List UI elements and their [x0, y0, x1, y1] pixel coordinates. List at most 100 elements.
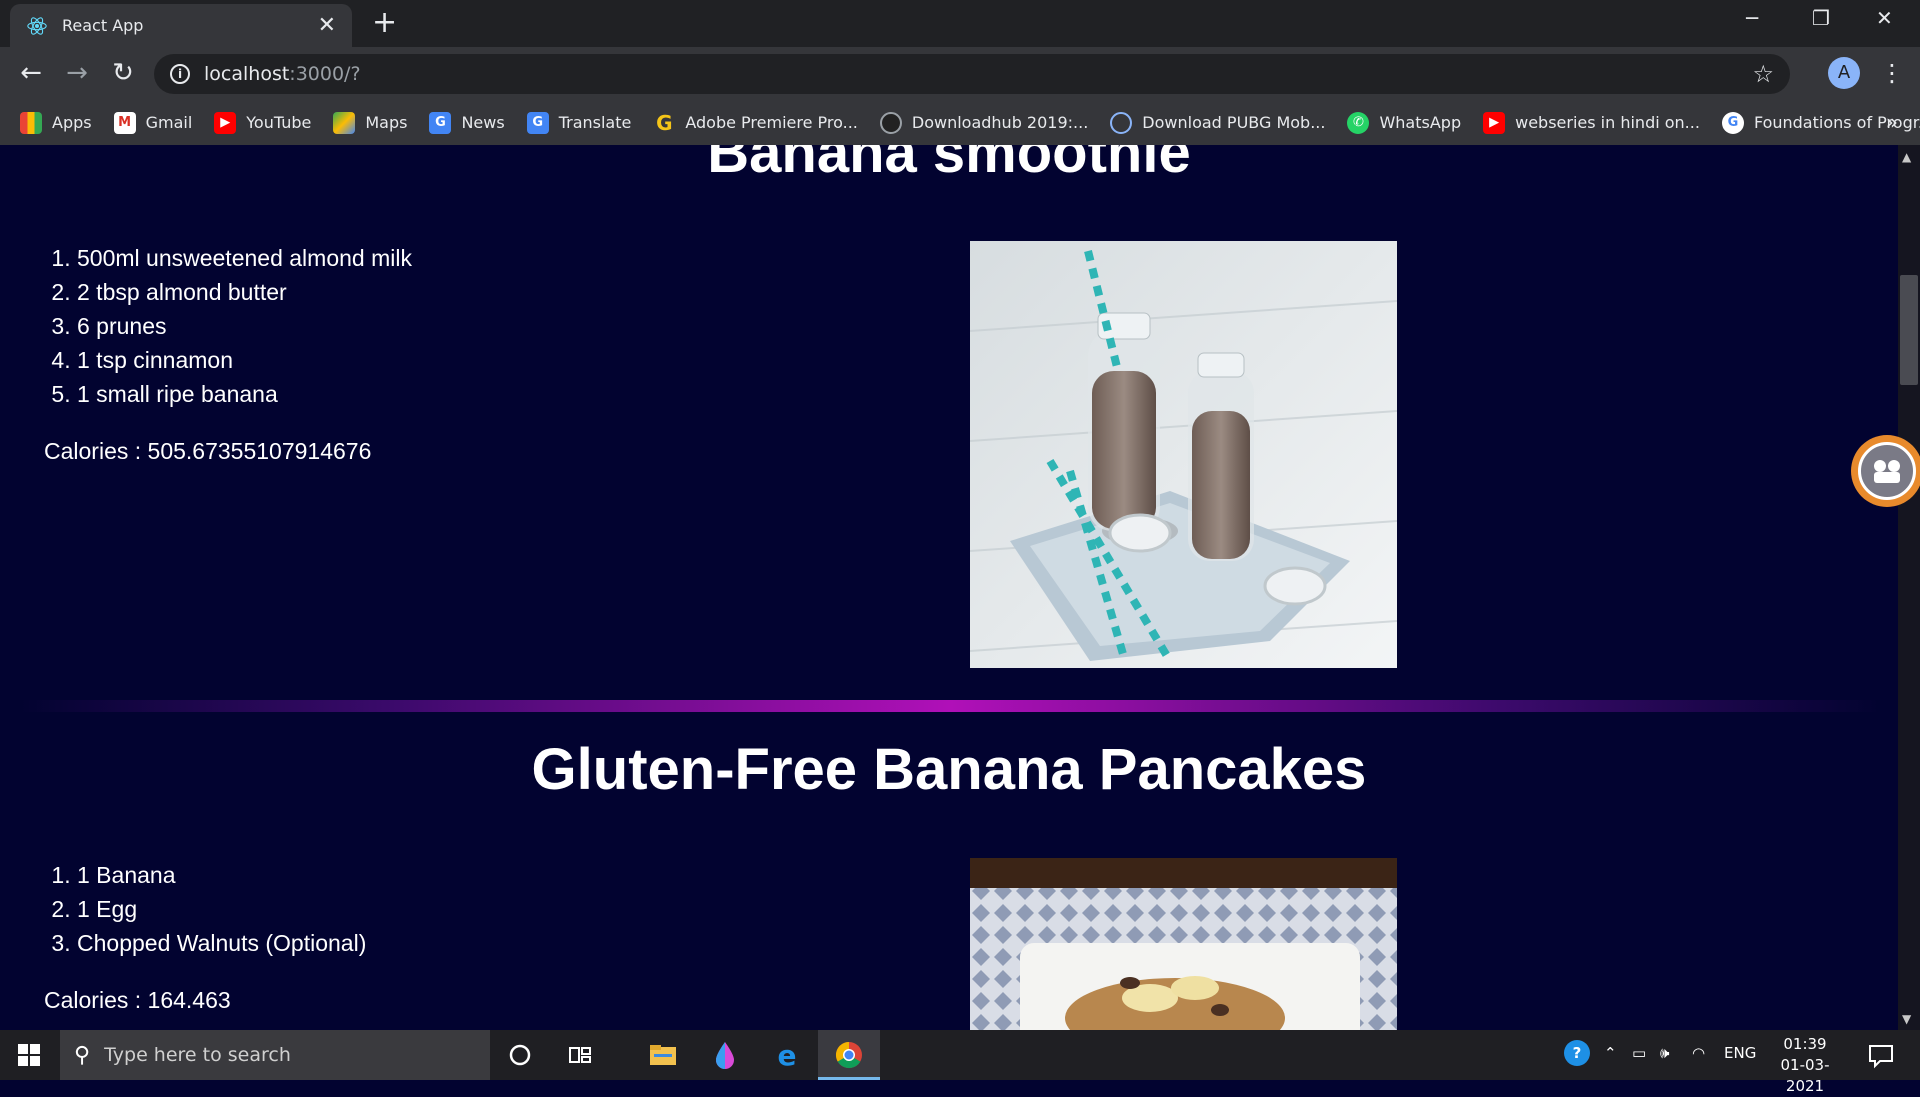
- battery-icon[interactable]: ▭: [1632, 1044, 1646, 1062]
- chrome-icon[interactable]: [834, 1040, 864, 1070]
- browser-toolbar: ← → ↻ i localhost :3000/? ☆ A ⋮: [0, 47, 1920, 100]
- calories-text: Calories : 505.67355107914676: [44, 438, 372, 464]
- ingredient-item: Chopped Walnuts (Optional): [77, 926, 366, 960]
- bookmark-apps[interactable]: Apps: [20, 111, 92, 134]
- bookmark-maps[interactable]: Maps: [333, 111, 408, 134]
- url-host: localhost: [204, 63, 290, 85]
- task-view-icon[interactable]: [565, 1040, 595, 1070]
- taskbar-search-box[interactable]: ⚲ Type here to search: [60, 1030, 490, 1080]
- ingredient-item: 500ml unsweetened almond milk: [77, 241, 412, 275]
- help-icon[interactable]: ?: [1564, 1040, 1590, 1066]
- bookmarks-bar: Apps M Gmail ▶ YouTube Maps G News G Tra…: [0, 100, 1920, 145]
- bookmark-label: News: [461, 113, 505, 132]
- downloadhub-icon: [879, 111, 902, 134]
- bookmark-star-icon[interactable]: ☆: [1752, 60, 1774, 88]
- tab-react-app[interactable]: React App ✕: [10, 4, 352, 47]
- window-close-button[interactable]: ✕: [1876, 6, 1893, 30]
- clock-time: 01:39: [1783, 1035, 1827, 1053]
- windows-taskbar: ⚲ Type here to search e ? ⌃ ▭ 🕪 ◠ ENG 01…: [0, 1030, 1920, 1095]
- google-icon: G: [1721, 111, 1744, 134]
- new-tab-button[interactable]: +: [372, 8, 397, 38]
- bookmark-label: Adobe Premiere Pro...: [685, 113, 858, 132]
- restore-button[interactable]: ❐: [1812, 6, 1830, 30]
- maps-icon: [333, 111, 356, 134]
- whatsapp-icon: ✆: [1347, 111, 1370, 134]
- tab-close-icon[interactable]: ✕: [318, 14, 336, 37]
- notifications-icon[interactable]: [1866, 1040, 1896, 1070]
- site-info-icon[interactable]: i: [170, 64, 190, 84]
- scroll-down-icon[interactable]: ▼: [1902, 1012, 1911, 1026]
- news-icon: G: [429, 111, 452, 134]
- ingredient-item: 1 Banana: [77, 858, 366, 892]
- search-icon: ⚲: [74, 1042, 91, 1068]
- ingredient-item: 1 tsp cinnamon: [77, 343, 412, 377]
- system-clock[interactable]: 01:39 01-03-2021: [1762, 1034, 1848, 1097]
- ingredient-list: 500ml unsweetened almond milk 2 tbsp alm…: [44, 241, 412, 411]
- file-explorer-icon[interactable]: [648, 1040, 678, 1070]
- bookmark-label: Downloadhub 2019:...: [911, 113, 1089, 132]
- bookmark-youtube[interactable]: ▶ YouTube: [214, 111, 312, 134]
- scrollbar-thumb[interactable]: [1900, 275, 1918, 385]
- smoothie-photo: [970, 241, 1397, 668]
- bookmark-label: Translate: [558, 113, 632, 132]
- minimize-button[interactable]: ─: [1746, 6, 1758, 30]
- wifi-icon[interactable]: ◠: [1692, 1044, 1705, 1062]
- profile-avatar[interactable]: A: [1828, 57, 1860, 89]
- address-bar[interactable]: i localhost :3000/? ☆: [154, 54, 1790, 94]
- bookmark-label: Download PUBG Mob...: [1142, 113, 1326, 132]
- bookmark-label: Apps: [52, 113, 92, 132]
- ingredient-item: 1 Egg: [77, 892, 366, 926]
- bookmark-whatsapp[interactable]: ✆ WhatsApp: [1347, 111, 1462, 134]
- edge-browser-icon[interactable]: e: [772, 1040, 802, 1070]
- bookmark-label: WhatsApp: [1379, 113, 1462, 132]
- bookmark-label: Gmail: [145, 113, 193, 132]
- bookmark-adobe-premiere[interactable]: G Adobe Premiere Pro...: [653, 112, 858, 134]
- svg-text:e: e: [778, 1040, 797, 1070]
- bookmark-label: webseries in hindi on...: [1515, 113, 1700, 132]
- pubg-icon: [1110, 111, 1133, 134]
- windows-start-icon[interactable]: [18, 1044, 40, 1066]
- ingredient-list: 1 Banana 1 Egg Chopped Walnuts (Optional…: [44, 858, 366, 960]
- bookmark-downloadhub[interactable]: Downloadhub 2019:...: [879, 111, 1089, 134]
- floating-video-widget[interactable]: [1851, 435, 1920, 507]
- youtube-icon: ▶: [1483, 111, 1506, 134]
- bookmark-label: Maps: [365, 113, 408, 132]
- search-placeholder: Type here to search: [104, 1044, 291, 1066]
- scroll-up-icon[interactable]: ▲: [1902, 150, 1911, 164]
- reload-button[interactable]: ↻: [108, 58, 138, 88]
- bookmark-webseries[interactable]: ▶ webseries in hindi on...: [1483, 111, 1700, 134]
- clock-date: 01-03-2021: [1780, 1056, 1830, 1095]
- bookmark-pubg[interactable]: Download PUBG Mob...: [1110, 111, 1326, 134]
- paint-drop-icon[interactable]: [710, 1040, 740, 1070]
- bookmark-translate[interactable]: G Translate: [526, 111, 632, 134]
- input-language[interactable]: ENG: [1724, 1044, 1756, 1062]
- volume-icon[interactable]: 🕪: [1660, 1044, 1669, 1062]
- video-camera-icon: [1874, 460, 1900, 483]
- g-letter-icon: G: [656, 110, 673, 135]
- bookmark-news[interactable]: G News: [429, 111, 505, 134]
- translate-icon: G: [526, 111, 549, 134]
- recipe-title: Gluten-Free Banana Pancakes: [531, 737, 1367, 802]
- browser-tabstrip: React App ✕ + ─ ❐ ✕: [0, 0, 1920, 47]
- ingredient-item: 6 prunes: [77, 309, 412, 343]
- ingredient-item: 2 tbsp almond butter: [77, 275, 412, 309]
- recipe-title: Banana smoothie: [707, 145, 1191, 185]
- cortana-icon[interactable]: [505, 1040, 535, 1070]
- calories-text: Calories : 164.463: [44, 987, 231, 1013]
- react-icon: [27, 16, 47, 35]
- apps-grid-icon: [20, 111, 42, 134]
- tab-title: React App: [62, 16, 144, 35]
- bookmark-label: YouTube: [246, 113, 312, 132]
- forward-button[interactable]: →: [62, 58, 92, 88]
- page-viewport: Banana smoothie 500ml unsweetened almond…: [0, 145, 1898, 1030]
- browser-menu-icon[interactable]: ⋮: [1880, 57, 1904, 89]
- recipe-divider: [20, 700, 1880, 712]
- pancakes-photo: [970, 858, 1397, 1030]
- bookmarks-overflow-icon[interactable]: »: [1886, 110, 1898, 134]
- gmail-icon: M: [113, 111, 136, 134]
- back-button[interactable]: ←: [16, 58, 46, 88]
- tray-expand-icon[interactable]: ⌃: [1604, 1044, 1617, 1062]
- youtube-icon: ▶: [214, 111, 237, 134]
- url-path: :3000/?: [289, 63, 361, 85]
- bookmark-gmail[interactable]: M Gmail: [113, 111, 193, 134]
